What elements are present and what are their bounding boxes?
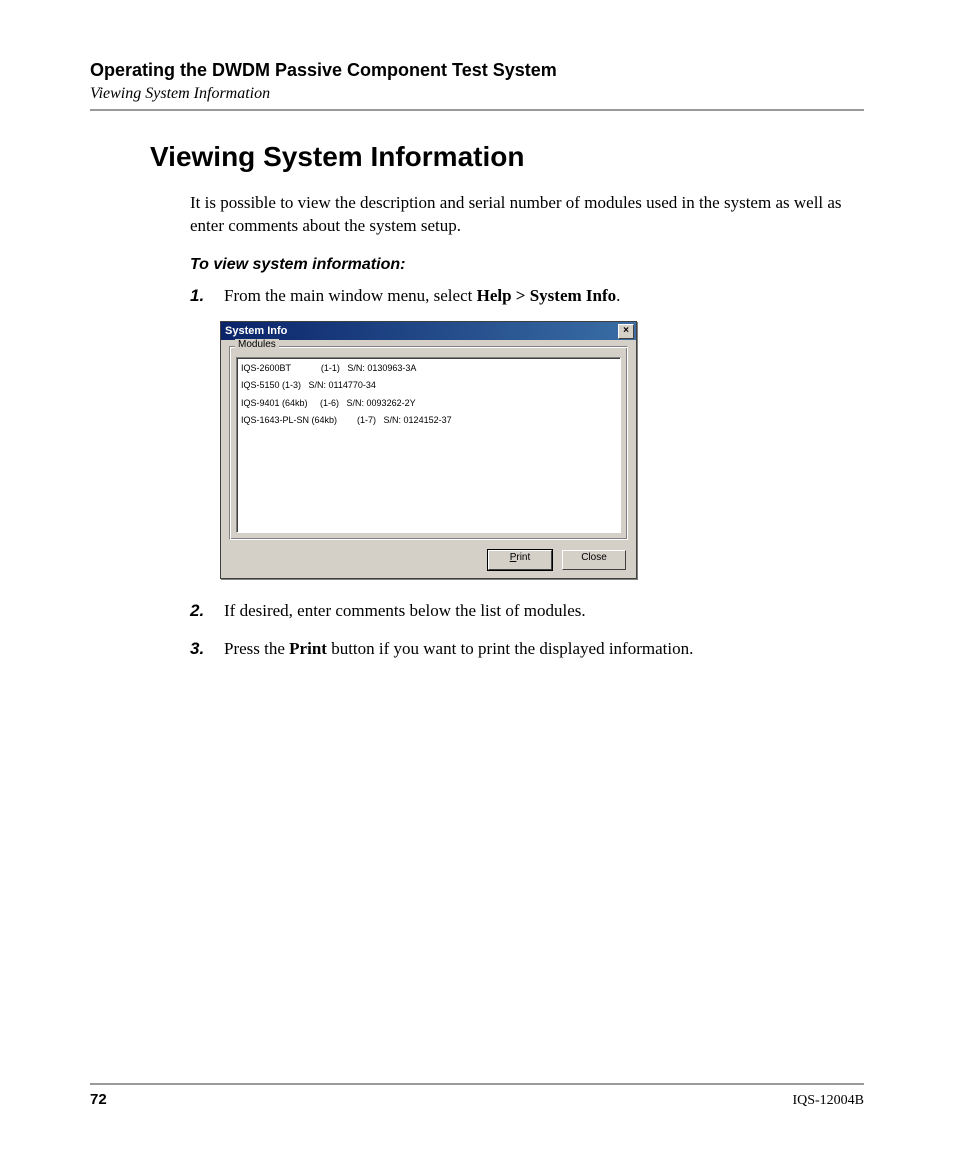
list-item: IQS-2600BT (1-1) S/N: 0130963-3A <box>241 360 616 377</box>
step-text: If desired, enter comments below the lis… <box>224 599 864 622</box>
step-1-text-c: . <box>616 286 620 305</box>
step-3-text-b: Print <box>289 639 327 658</box>
step-number: 1. <box>190 284 224 307</box>
step-1-text-b: Help > System Info <box>477 286 617 305</box>
print-button-rest: rint <box>516 552 530 563</box>
header-rule <box>90 109 864 111</box>
footer-rule <box>90 1083 864 1085</box>
modules-groupbox: Modules IQS-2600BT (1-1) S/N: 0130963-3A… <box>229 346 628 540</box>
group-label: Modules <box>235 339 279 350</box>
step-1-text-a: From the main window menu, select <box>224 286 477 305</box>
dialog-title: System Info <box>225 325 287 337</box>
step-1: 1. From the main window menu, select Hel… <box>190 284 864 307</box>
step-number: 2. <box>190 599 224 622</box>
step-3-text-a: Press the <box>224 639 289 658</box>
page-number: 72 <box>90 1091 107 1108</box>
section-subtitle: Viewing System Information <box>90 85 864 103</box>
print-button[interactable]: Print <box>488 550 552 570</box>
page-title: Viewing System Information <box>150 141 864 173</box>
intro-paragraph: It is possible to view the description a… <box>190 191 864 238</box>
system-info-dialog: System Info × Modules IQS-2600BT (1-1) S… <box>220 321 637 579</box>
dialog-titlebar: System Info × <box>221 322 636 340</box>
close-icon: × <box>623 325 629 336</box>
dialog-button-row: Print Close <box>221 544 636 578</box>
chapter-title: Operating the DWDM Passive Component Tes… <box>90 60 864 81</box>
modules-listbox[interactable]: IQS-2600BT (1-1) S/N: 0130963-3A IQS-515… <box>236 357 621 533</box>
list-item: IQS-1643-PL-SN (64kb) (1-7) S/N: 0124152… <box>241 412 616 429</box>
list-item: IQS-5150 (1-3) S/N: 0114770-34 <box>241 377 616 394</box>
close-button[interactable]: × <box>618 324 634 339</box>
document-id: IQS-12004B <box>792 1093 864 1109</box>
step-3: 3. Press the Print button if you want to… <box>190 637 864 660</box>
screenshot-figure: System Info × Modules IQS-2600BT (1-1) S… <box>220 321 637 579</box>
page-footer: 72 IQS-12004B <box>90 1083 864 1109</box>
step-text: From the main window menu, select Help >… <box>224 284 864 307</box>
task-heading: To view system information: <box>190 256 864 274</box>
close-dialog-button[interactable]: Close <box>562 550 626 570</box>
step-number: 3. <box>190 637 224 660</box>
step-2: 2. If desired, enter comments below the … <box>190 599 864 622</box>
step-text: Press the Print button if you want to pr… <box>224 637 864 660</box>
step-3-text-c: button if you want to print the displaye… <box>327 639 693 658</box>
list-item: IQS-9401 (64kb) (1-6) S/N: 0093262-2Y <box>241 395 616 412</box>
